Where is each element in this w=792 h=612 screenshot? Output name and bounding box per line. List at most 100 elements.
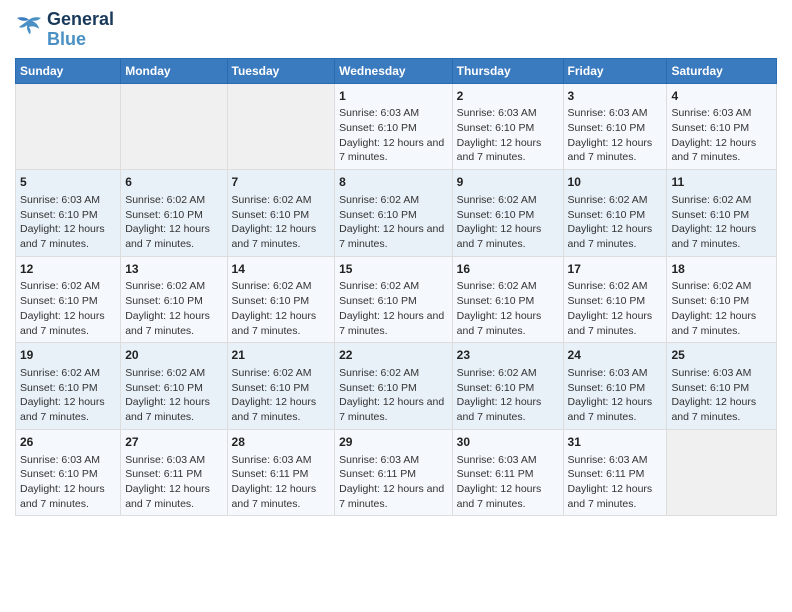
calendar-week-row: 12 Sunrise: 6:02 AMSunset: 6:10 PMDayligh… bbox=[16, 256, 777, 343]
day-number: 28 bbox=[232, 434, 331, 451]
calendar-week-row: 1Sunrise: 6:03 AMSunset: 6:10 PMDaylight… bbox=[16, 83, 777, 170]
day-info: Sunrise: 6:02 AMSunset: 6:10 PMDaylight:… bbox=[457, 193, 559, 252]
day-info: Sunrise: 6:03 AMSunset: 6:11 PMDaylight:… bbox=[568, 453, 663, 512]
day-header-tuesday: Tuesday bbox=[227, 58, 335, 83]
calendar-cell: 31Sunrise: 6:03 AMSunset: 6:11 PMDayligh… bbox=[563, 429, 667, 516]
calendar-cell: 18Sunrise: 6:02 AMSunset: 6:10 PMDayligh… bbox=[667, 256, 777, 343]
calendar-cell: 20 Sunrise: 6:02 AMSunset: 6:10 PMDayligh… bbox=[121, 343, 227, 430]
day-number: 2 bbox=[457, 88, 559, 105]
calendar-header-row: SundayMondayTuesdayWednesdayThursdayFrid… bbox=[16, 58, 777, 83]
day-number: 22 bbox=[339, 347, 448, 364]
calendar-cell: 30 Sunrise: 6:03 AMSunset: 6:11 PMDayligh… bbox=[452, 429, 563, 516]
day-info: Sunrise: 6:02 AMSunset: 6:10 PMDaylight:… bbox=[125, 366, 222, 425]
calendar-cell: 19 Sunrise: 6:02 AMSunset: 6:10 PMDayligh… bbox=[16, 343, 121, 430]
day-number: 21 bbox=[232, 347, 331, 364]
calendar-cell: 17Sunrise: 6:02 AMSunset: 6:10 PMDayligh… bbox=[563, 256, 667, 343]
day-info: Sunrise: 6:03 AMSunset: 6:10 PMDaylight:… bbox=[20, 453, 116, 512]
day-info: Sunrise: 6:03 AMSunset: 6:10 PMDaylight:… bbox=[20, 193, 116, 252]
day-number: 7 bbox=[232, 174, 331, 191]
day-header-saturday: Saturday bbox=[667, 58, 777, 83]
day-info: Sunrise: 6:02 AMSunset: 6:10 PMDaylight:… bbox=[125, 193, 222, 252]
day-number: 11 bbox=[671, 174, 772, 191]
calendar-cell: 26 Sunrise: 6:03 AMSunset: 6:10 PMDayligh… bbox=[16, 429, 121, 516]
day-info: Sunrise: 6:02 AMSunset: 6:10 PMDaylight:… bbox=[20, 366, 116, 425]
day-header-sunday: Sunday bbox=[16, 58, 121, 83]
day-number: 27 bbox=[125, 434, 222, 451]
day-info: Sunrise: 6:02 AMSunset: 6:10 PMDaylight:… bbox=[125, 279, 222, 338]
calendar-cell: 14Sunrise: 6:02 AMSunset: 6:10 PMDayligh… bbox=[227, 256, 335, 343]
calendar-cell: 21Sunrise: 6:02 AMSunset: 6:10 PMDayligh… bbox=[227, 343, 335, 430]
day-number: 9 bbox=[457, 174, 559, 191]
calendar-cell: 3Sunrise: 6:03 AMSunset: 6:10 PMDaylight… bbox=[563, 83, 667, 170]
calendar-cell: 27 Sunrise: 6:03 AMSunset: 6:11 PMDayligh… bbox=[121, 429, 227, 516]
calendar-cell: 5 Sunrise: 6:03 AMSunset: 6:10 PMDaylight… bbox=[16, 170, 121, 257]
day-info: Sunrise: 6:03 AMSunset: 6:10 PMDaylight:… bbox=[671, 366, 772, 425]
logo: GeneralBlue bbox=[15, 10, 114, 50]
day-number: 18 bbox=[671, 261, 772, 278]
calendar-cell: 6 Sunrise: 6:02 AMSunset: 6:10 PMDaylight… bbox=[121, 170, 227, 257]
day-info: Sunrise: 6:02 AMSunset: 6:10 PMDaylight:… bbox=[232, 193, 331, 252]
calendar-cell bbox=[16, 83, 121, 170]
day-header-monday: Monday bbox=[121, 58, 227, 83]
calendar-cell: 23 Sunrise: 6:02 AMSunset: 6:10 PMDayligh… bbox=[452, 343, 563, 430]
day-number: 20 bbox=[125, 347, 222, 364]
day-info: Sunrise: 6:03 AMSunset: 6:10 PMDaylight:… bbox=[339, 106, 448, 165]
day-info: Sunrise: 6:02 AMSunset: 6:10 PMDaylight:… bbox=[568, 279, 663, 338]
calendar-cell: 7 Sunrise: 6:02 AMSunset: 6:10 PMDaylight… bbox=[227, 170, 335, 257]
calendar-cell: 29Sunrise: 6:03 AMSunset: 6:11 PMDayligh… bbox=[335, 429, 453, 516]
day-number: 19 bbox=[20, 347, 116, 364]
day-number: 5 bbox=[20, 174, 116, 191]
calendar-week-row: 19 Sunrise: 6:02 AMSunset: 6:10 PMDayligh… bbox=[16, 343, 777, 430]
calendar-cell: 16Sunrise: 6:02 AMSunset: 6:10 PMDayligh… bbox=[452, 256, 563, 343]
day-number: 25 bbox=[671, 347, 772, 364]
calendar-week-row: 26 Sunrise: 6:03 AMSunset: 6:10 PMDayligh… bbox=[16, 429, 777, 516]
day-info: Sunrise: 6:03 AMSunset: 6:11 PMDaylight:… bbox=[125, 453, 222, 512]
calendar-cell: 22 Sunrise: 6:02 AMSunset: 6:10 PMDayligh… bbox=[335, 343, 453, 430]
day-info: Sunrise: 6:02 AMSunset: 6:10 PMDaylight:… bbox=[457, 366, 559, 425]
day-number: 3 bbox=[568, 88, 663, 105]
calendar-cell: 28 Sunrise: 6:03 AMSunset: 6:11 PMDayligh… bbox=[227, 429, 335, 516]
day-number: 23 bbox=[457, 347, 559, 364]
day-header-friday: Friday bbox=[563, 58, 667, 83]
calendar-table: SundayMondayTuesdayWednesdayThursdayFrid… bbox=[15, 58, 777, 517]
calendar-cell: 4Sunrise: 6:03 AMSunset: 6:10 PMDaylight… bbox=[667, 83, 777, 170]
calendar-cell bbox=[667, 429, 777, 516]
day-info: Sunrise: 6:03 AMSunset: 6:10 PMDaylight:… bbox=[568, 106, 663, 165]
day-number: 30 bbox=[457, 434, 559, 451]
calendar-cell: 13Sunrise: 6:02 AMSunset: 6:10 PMDayligh… bbox=[121, 256, 227, 343]
logo-text: GeneralBlue bbox=[47, 10, 114, 50]
calendar-cell: 10 Sunrise: 6:02 AMSunset: 6:10 PMDayligh… bbox=[563, 170, 667, 257]
day-info: Sunrise: 6:02 AMSunset: 6:10 PMDaylight:… bbox=[457, 279, 559, 338]
day-number: 17 bbox=[568, 261, 663, 278]
logo-bird-icon bbox=[15, 16, 43, 38]
day-number: 16 bbox=[457, 261, 559, 278]
day-info: Sunrise: 6:02 AMSunset: 6:10 PMDaylight:… bbox=[232, 279, 331, 338]
calendar-cell: 24Sunrise: 6:03 AMSunset: 6:10 PMDayligh… bbox=[563, 343, 667, 430]
day-number: 10 bbox=[568, 174, 663, 191]
calendar-cell: 8Sunrise: 6:02 AMSunset: 6:10 PMDaylight… bbox=[335, 170, 453, 257]
day-number: 29 bbox=[339, 434, 448, 451]
calendar-cell: 12Sunrise: 6:02 AMSunset: 6:10 PMDayligh… bbox=[16, 256, 121, 343]
calendar-cell bbox=[121, 83, 227, 170]
day-info: Sunrise: 6:02 AMSunset: 6:10 PMDaylight:… bbox=[339, 279, 448, 338]
calendar-cell: 9 Sunrise: 6:02 AMSunset: 6:10 PMDaylight… bbox=[452, 170, 563, 257]
day-number: 8 bbox=[339, 174, 448, 191]
day-header-thursday: Thursday bbox=[452, 58, 563, 83]
calendar-cell: 15Sunrise: 6:02 AMSunset: 6:10 PMDayligh… bbox=[335, 256, 453, 343]
day-info: Sunrise: 6:03 AMSunset: 6:11 PMDaylight:… bbox=[232, 453, 331, 512]
header: GeneralBlue bbox=[15, 10, 777, 50]
calendar-cell: 11Sunrise: 6:02 AMSunset: 6:10 PMDayligh… bbox=[667, 170, 777, 257]
day-number: 14 bbox=[232, 261, 331, 278]
day-info: Sunrise: 6:03 AMSunset: 6:10 PMDaylight:… bbox=[671, 106, 772, 165]
day-info: Sunrise: 6:03 AMSunset: 6:11 PMDaylight:… bbox=[457, 453, 559, 512]
calendar-cell bbox=[227, 83, 335, 170]
day-info: Sunrise: 6:02 AMSunset: 6:10 PMDaylight:… bbox=[339, 366, 448, 425]
day-number: 6 bbox=[125, 174, 222, 191]
day-number: 12 bbox=[20, 261, 116, 278]
calendar-cell: 2Sunrise: 6:03 AMSunset: 6:10 PMDaylight… bbox=[452, 83, 563, 170]
day-number: 26 bbox=[20, 434, 116, 451]
day-number: 13 bbox=[125, 261, 222, 278]
day-info: Sunrise: 6:02 AMSunset: 6:10 PMDaylight:… bbox=[568, 193, 663, 252]
day-info: Sunrise: 6:03 AMSunset: 6:10 PMDaylight:… bbox=[457, 106, 559, 165]
day-number: 1 bbox=[339, 88, 448, 105]
